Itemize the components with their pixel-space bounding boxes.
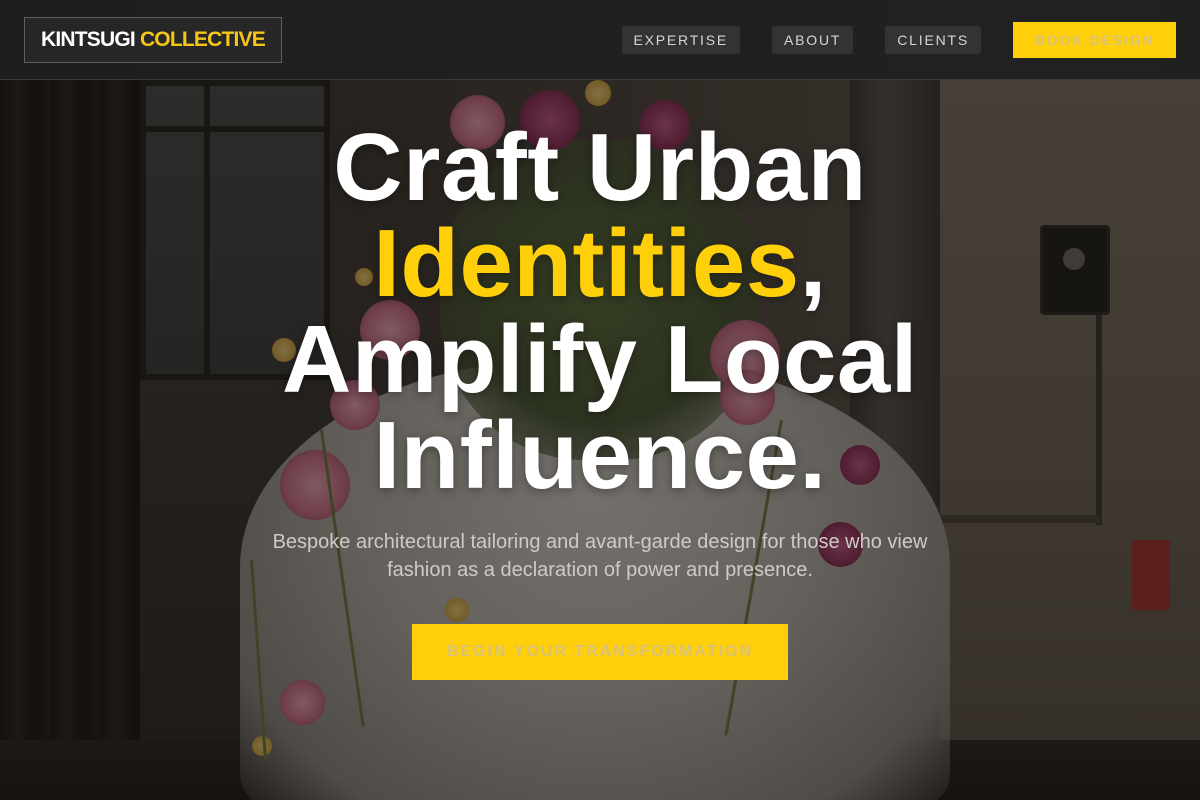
- hero-subtitle: Bespoke architectural tailoring and avan…: [272, 531, 928, 581]
- headline-comma: ,: [799, 210, 827, 317]
- site-header: KINTSUGI COLLECTIVE EXPERTISE ABOUT CLIE…: [0, 0, 1200, 80]
- headline-line-3: Amplify Local: [282, 306, 918, 413]
- headline-line-4: Influence.: [373, 402, 827, 509]
- nav-link-clients[interactable]: CLIENTS: [885, 25, 981, 54]
- headline-accent-word: Identities: [373, 210, 800, 317]
- headline-line-1: Craft Urban: [333, 114, 867, 221]
- brand-logo[interactable]: KINTSUGI COLLECTIVE: [24, 16, 282, 63]
- nav-link-expertise[interactable]: EXPERTISE: [621, 25, 741, 54]
- nav-link-about[interactable]: ABOUT: [772, 25, 854, 54]
- brand-logo-word-2: COLLECTIVE: [139, 27, 266, 51]
- brand-logo-word-1: KINTSUGI: [41, 27, 136, 51]
- begin-transformation-button[interactable]: BEGIN YOUR TRANSFORMATION: [412, 624, 788, 680]
- headline-line-2: Identities,: [0, 216, 1200, 312]
- main-nav: EXPERTISE ABOUT CLIENTS BOOK DESIGN: [621, 21, 1176, 58]
- hero-section: Craft Urban Identities, Amplify Local In…: [0, 80, 1200, 800]
- book-design-button[interactable]: BOOK DESIGN: [1013, 21, 1176, 58]
- hero-headline: Craft Urban Identities, Amplify Local In…: [0, 120, 1200, 504]
